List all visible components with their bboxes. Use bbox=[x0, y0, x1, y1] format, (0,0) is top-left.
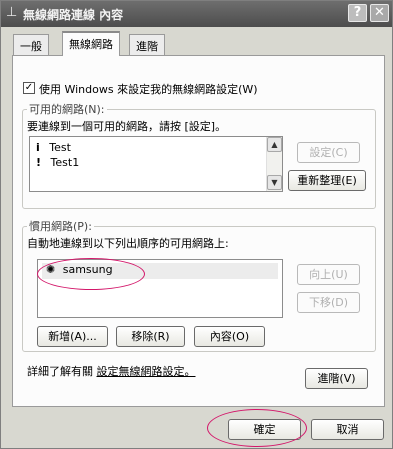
network-icon: ⊥ bbox=[6, 5, 18, 20]
available-scrollbar[interactable]: ▲ ▼ bbox=[266, 137, 282, 191]
move-up-button[interactable]: 向上(U) bbox=[297, 264, 360, 285]
tab-general-label: 一般 bbox=[20, 40, 42, 53]
help-button[interactable]: ? bbox=[348, 4, 367, 22]
available-networks-desc: 要連線到一個可用的網路，請按 [設定]。 bbox=[27, 120, 227, 133]
add-button[interactable]: 新增(A)... bbox=[37, 326, 108, 347]
tab-advanced-label: 進階 bbox=[136, 40, 158, 53]
learn-more-text: 詳細了解有關 設定無線網路設定。 bbox=[27, 363, 196, 379]
tab-wireless-label: 無線網路 bbox=[69, 38, 113, 51]
tab-advanced[interactable]: 進階 bbox=[129, 34, 165, 55]
wireless-icon: ✺ bbox=[46, 263, 56, 276]
preferred-networks-label: 慣用網路(P): bbox=[27, 218, 94, 234]
title-bar[interactable]: ⊥ 無線網路連線 內容 ? ✕ bbox=[1, 1, 392, 27]
network-name: samsung bbox=[62, 263, 113, 276]
tab-general[interactable]: 一般 bbox=[13, 34, 49, 55]
network-name: Test bbox=[49, 141, 71, 154]
list-item[interactable]: i Test bbox=[36, 141, 71, 154]
preferred-networks-list[interactable]: ✺ samsung bbox=[37, 259, 283, 318]
antenna-icon: ! bbox=[36, 156, 42, 169]
preferred-networks-desc: 自動地連線到以下列出順序的可用網路上: bbox=[27, 237, 229, 250]
ok-button[interactable]: 確定 bbox=[228, 419, 301, 440]
scroll-up-icon[interactable]: ▲ bbox=[267, 137, 282, 152]
network-name: Test1 bbox=[50, 156, 80, 169]
tab-wireless[interactable]: 無線網路 bbox=[62, 31, 120, 56]
move-down-button[interactable]: 下移(D) bbox=[297, 292, 360, 313]
cancel-button[interactable]: 取消 bbox=[311, 419, 384, 440]
scroll-down-icon[interactable]: ▼ bbox=[267, 175, 282, 190]
wireless-panel: ✓ 使用 Windows 來設定我的無線網路設定(W) 可用的網路(N): 要連… bbox=[12, 55, 385, 407]
use-windows-checkbox[interactable]: ✓ bbox=[23, 82, 35, 94]
available-networks-list[interactable]: i Test ! Test1 ▲ ▼ bbox=[29, 136, 283, 192]
antenna-icon: i bbox=[36, 141, 40, 154]
available-networks-label: 可用的網路(N): bbox=[27, 101, 107, 117]
window-title: 無線網路連線 內容 bbox=[23, 8, 124, 22]
configure-button[interactable]: 設定(C) bbox=[297, 142, 360, 163]
close-button[interactable]: ✕ bbox=[370, 4, 389, 22]
learn-more-prefix: 詳細了解有關 bbox=[27, 365, 93, 378]
properties-dialog: ⊥ 無線網路連線 內容 ? ✕ 一般 無線網路 進階 ✓ 使用 Windows … bbox=[0, 0, 393, 449]
properties-button[interactable]: 內容(O) bbox=[194, 326, 265, 347]
remove-button[interactable]: 移除(R) bbox=[116, 326, 185, 347]
advanced-button[interactable]: 進階(V) bbox=[305, 368, 368, 389]
list-item[interactable]: ! Test1 bbox=[36, 156, 79, 169]
use-windows-label: 使用 Windows 來設定我的無線網路設定(W) bbox=[39, 83, 258, 96]
refresh-button[interactable]: 重新整理(E) bbox=[288, 170, 366, 191]
learn-more-link[interactable]: 設定無線網路設定。 bbox=[97, 365, 196, 378]
list-item[interactable]: ✺ samsung bbox=[42, 263, 278, 279]
